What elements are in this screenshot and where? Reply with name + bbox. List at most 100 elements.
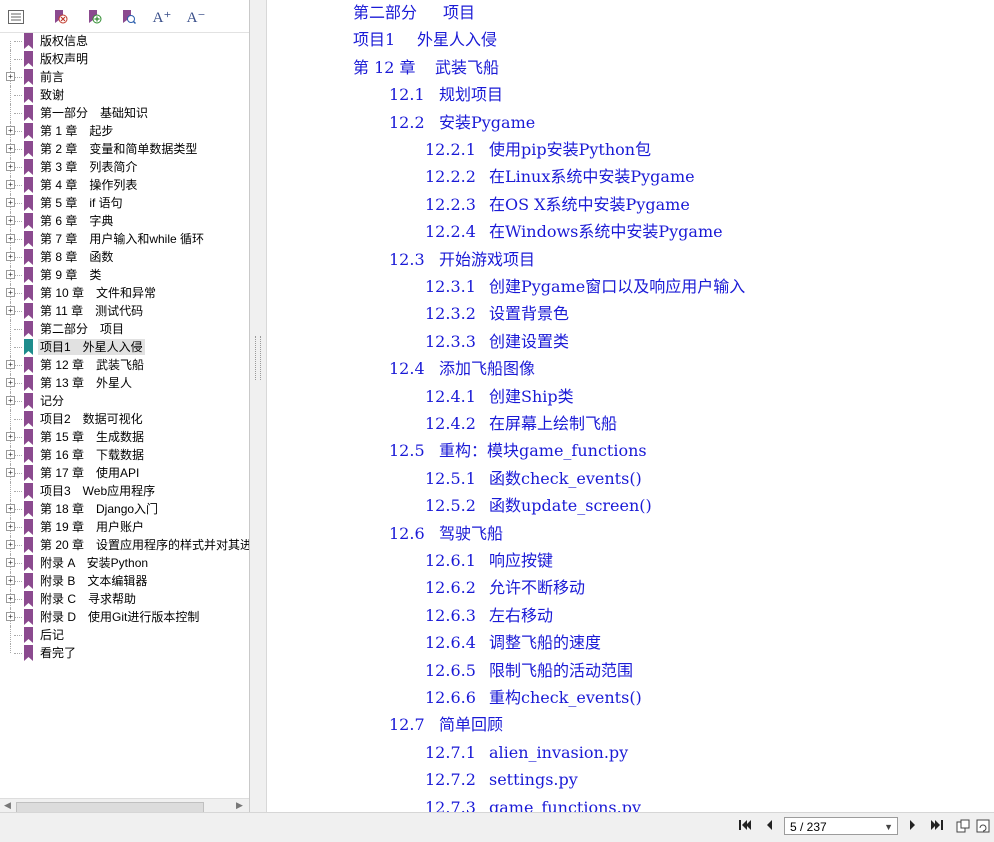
font-increase-icon[interactable]: A⁺ [152,7,172,27]
outline-item[interactable]: + 第 3 章 列表简介 [0,158,249,176]
toc-entry[interactable]: 12.7.1 alien_invasion.py [425,743,628,763]
outline-item[interactable]: + 前言 [0,68,249,86]
outline-item[interactable]: + 第 13 章 外星人 [0,374,249,392]
toc-entry[interactable]: 12.5.1 函数check_events() [425,469,642,489]
outline-item[interactable]: 项目1 外星人入侵 [0,338,249,356]
toc-entry[interactable]: 12.2.2 在Linux系统中安装Pygame [425,167,695,187]
last-page-icon[interactable] [930,819,944,834]
outline-item[interactable]: 项目3 Web应用程序 [0,482,249,500]
toc-entry[interactable]: 12.3.2 设置背景色 [425,304,569,324]
expand-icon[interactable]: + [6,378,15,387]
toc-entry[interactable]: 12.3.3 创建设置类 [425,332,569,352]
expand-icon[interactable]: + [6,306,15,315]
expand-icon[interactable]: + [6,468,15,477]
first-page-icon[interactable] [738,819,752,834]
outline-item[interactable]: + 第 6 章 字典 [0,212,249,230]
rotate-icon[interactable] [976,819,990,836]
outline-item[interactable]: + 记分 [0,392,249,410]
toc-entry[interactable]: 项目1 外星人入侵 [353,30,497,50]
outline-item[interactable]: + 第 20 章 设置应用程序的样式并对其进 [0,536,249,554]
toc-entry[interactable]: 12.4.1 创建Ship类 [425,387,574,407]
next-page-icon[interactable] [908,819,918,834]
expand-icon[interactable]: + [6,270,15,279]
expand-icon[interactable]: + [6,288,15,297]
toc-entry[interactable]: 12.6 驾驶飞船 [389,524,503,544]
toc-entry[interactable]: 12.7 简单回顾 [389,715,503,735]
panel-splitter[interactable] [250,0,267,841]
outline-item[interactable]: 项目2 数据可视化 [0,410,249,428]
find-bookmark-icon[interactable] [118,7,138,27]
fit-page-icon[interactable] [956,819,970,836]
outline-item[interactable]: + 第 2 章 变量和简单数据类型 [0,140,249,158]
scroll-left-icon[interactable]: ◀ [4,801,11,811]
expand-icon[interactable]: + [6,612,15,621]
expand-icon[interactable]: + [6,162,15,171]
outline-item[interactable]: + 第 1 章 起步 [0,122,249,140]
expand-icon[interactable]: + [6,432,15,441]
toc-entry[interactable]: 12.4.2 在屏幕上绘制飞船 [425,414,617,434]
toc-entry[interactable]: 12.2.4 在Windows系统中安装Pygame [425,222,723,242]
prev-page-icon[interactable] [764,819,774,834]
outline-item[interactable]: + 第 7 章 用户输入和while 循环 [0,230,249,248]
outline-item[interactable]: 第二部分 项目 [0,320,249,338]
expand-icon[interactable]: + [6,396,15,405]
outline-item[interactable]: + 第 10 章 文件和异常 [0,284,249,302]
toc-entry[interactable]: 第二部分 项目 [353,3,475,23]
expand-icon[interactable]: + [6,216,15,225]
outline-item[interactable]: + 附录 C 寻求帮助 [0,590,249,608]
outline-toggle-icon[interactable] [6,7,26,27]
expand-icon[interactable]: + [6,504,15,513]
outline-item[interactable]: 后记 [0,626,249,644]
toc-entry[interactable]: 12.4 添加飞船图像 [389,359,535,379]
outline-item[interactable]: + 附录 D 使用Git进行版本控制 [0,608,249,626]
outline-item[interactable]: + 第 12 章 武装飞船 [0,356,249,374]
outline-item[interactable]: 看完了 [0,644,249,662]
toc-entry[interactable]: 第 12 章武装飞船 [353,58,499,78]
expand-icon[interactable]: + [6,198,15,207]
toc-entry[interactable]: 12.6.2 允许不断移动 [425,578,585,598]
outline-item[interactable]: + 第 5 章 if 语句 [0,194,249,212]
outline-item[interactable]: 版权声明 [0,50,249,68]
expand-icon[interactable]: + [6,360,15,369]
outline-item[interactable]: 版权信息 [0,32,249,50]
font-decrease-icon[interactable]: A⁻ [186,7,206,27]
toc-entry[interactable]: 12.5 重构：模块game_functions [389,441,647,461]
toc-entry[interactable]: 12.7.2 settings.py [425,770,578,790]
add-bookmark-icon[interactable] [84,7,104,27]
outline-item[interactable]: + 第 18 章 Django入门 [0,500,249,518]
outline-item[interactable]: 第一部分 基础知识 [0,104,249,122]
expand-icon[interactable]: + [6,558,15,567]
expand-icon[interactable]: + [6,594,15,603]
scroll-right-icon[interactable]: ▶ [236,801,243,811]
outline-item[interactable]: + 第 15 章 生成数据 [0,428,249,446]
expand-icon[interactable]: + [6,576,15,585]
toc-entry[interactable]: 12.7.3 game_functions.py [425,798,641,812]
outline-item[interactable]: + 第 17 章 使用API [0,464,249,482]
remove-bookmark-icon[interactable] [50,7,70,27]
toc-entry[interactable]: 12.6.6 重构check_events() [425,688,642,708]
toc-entry[interactable]: 12.3.1 创建Pygame窗口以及响应用户输入 [425,277,745,297]
expand-icon[interactable]: + [6,540,15,549]
toc-entry[interactable]: 12.3 开始游戏项目 [389,250,535,270]
expand-icon[interactable]: + [6,522,15,531]
expand-icon[interactable]: + [6,234,15,243]
page-number-select[interactable]: 5 / 237 ▼ [784,817,898,835]
outline-item[interactable]: + 附录 A 安装Python [0,554,249,572]
expand-icon[interactable]: + [6,252,15,261]
outline-item[interactable]: + 第 16 章 下载数据 [0,446,249,464]
expand-icon[interactable]: + [6,72,15,81]
outline-item[interactable]: + 第 9 章 类 [0,266,249,284]
outline-item[interactable]: 致谢 [0,86,249,104]
toc-entry[interactable]: 12.5.2 函数update_screen() [425,496,652,516]
toc-entry[interactable]: 12.2.1 使用pip安装Python包 [425,140,651,160]
toc-entry[interactable]: 12.1 规划项目 [389,85,503,105]
toc-entry[interactable]: 12.6.3 左右移动 [425,606,553,626]
expand-icon[interactable]: + [6,144,15,153]
outline-item[interactable]: + 第 11 章 测试代码 [0,302,249,320]
expand-icon[interactable]: + [6,180,15,189]
outline-item[interactable]: + 第 19 章 用户账户 [0,518,249,536]
toc-entry[interactable]: 12.6.4 调整飞船的速度 [425,633,601,653]
outline-item[interactable]: + 第 8 章 函数 [0,248,249,266]
splitter-grip[interactable] [255,336,261,380]
toc-entry[interactable]: 12.6.1 响应按键 [425,551,553,571]
